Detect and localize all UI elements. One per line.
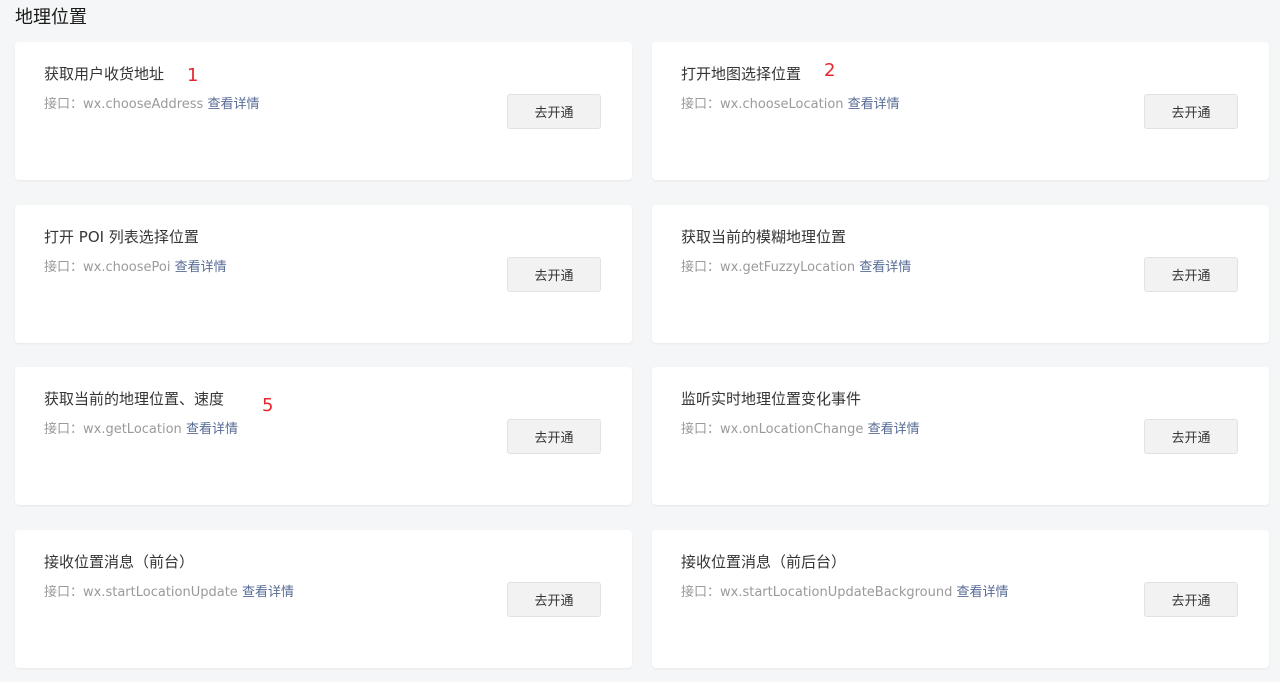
annotation-marker: 2 (824, 60, 836, 81)
card-api: 接口：wx.startLocationUpdate 查看详情 (44, 584, 294, 602)
card-title: 获取当前的地理位置、速度 (44, 390, 225, 408)
api-name: 接口：wx.chooseAddress (44, 97, 204, 112)
card-title: 打开地图选择位置 (681, 65, 802, 83)
card-title: 打开 POI 列表选择位置 (44, 228, 199, 246)
view-details-link[interactable]: 查看详情 (207, 97, 259, 112)
view-details-link[interactable]: 查看详情 (242, 585, 294, 600)
card-get-location: 获取当前的地理位置、速度 接口：wx.getLocation 查看详情 去开通 (15, 367, 632, 505)
annotation-marker: 5 (262, 395, 274, 416)
card-start-location-update-background: 接收位置消息（前后台） 接口：wx.startLocationUpdateBac… (652, 530, 1269, 668)
card-api: 接口：wx.chooseLocation 查看详情 (681, 96, 900, 114)
api-name: 接口：wx.getLocation (44, 422, 182, 437)
view-details-link[interactable]: 查看详情 (868, 422, 920, 437)
activate-button[interactable]: 去开通 (1144, 582, 1238, 617)
card-title: 获取用户收货地址 (44, 65, 165, 83)
api-name: 接口：wx.chooseLocation (681, 97, 844, 112)
activate-button[interactable]: 去开通 (1144, 94, 1238, 129)
view-details-link[interactable]: 查看详情 (848, 97, 900, 112)
view-details-link[interactable]: 查看详情 (957, 585, 1009, 600)
card-api: 接口：wx.chooseAddress 查看详情 (44, 96, 259, 114)
api-name: 接口：wx.choosePoi (44, 260, 171, 275)
activate-button[interactable]: 去开通 (507, 419, 601, 454)
activate-button[interactable]: 去开通 (507, 94, 601, 129)
card-choose-location: 打开地图选择位置 接口：wx.chooseLocation 查看详情 去开通 (652, 42, 1269, 180)
activate-button[interactable]: 去开通 (1144, 419, 1238, 454)
card-fuzzy-location: 获取当前的模糊地理位置 接口：wx.getFuzzyLocation 查看详情 … (652, 205, 1269, 343)
annotation-marker: 1 (187, 65, 199, 86)
api-name: 接口：wx.startLocationUpdate (44, 585, 238, 600)
card-on-location-change: 监听实时地理位置变化事件 接口：wx.onLocationChange 查看详情… (652, 367, 1269, 505)
api-name: 接口：wx.onLocationChange (681, 422, 864, 437)
card-api: 接口：wx.getFuzzyLocation 查看详情 (681, 259, 911, 277)
activate-button[interactable]: 去开通 (507, 257, 601, 292)
activate-button[interactable]: 去开通 (1144, 257, 1238, 292)
card-api: 接口：wx.getLocation 查看详情 (44, 421, 238, 439)
card-api: 接口：wx.startLocationUpdateBackground 查看详情 (681, 584, 1009, 602)
card-title: 监听实时地理位置变化事件 (681, 390, 862, 408)
view-details-link[interactable]: 查看详情 (859, 260, 911, 275)
activate-button[interactable]: 去开通 (507, 582, 601, 617)
card-api: 接口：wx.onLocationChange 查看详情 (681, 421, 920, 439)
view-details-link[interactable]: 查看详情 (175, 260, 227, 275)
card-choose-poi: 打开 POI 列表选择位置 接口：wx.choosePoi 查看详情 去开通 (15, 205, 632, 343)
section-title: 地理位置 (15, 7, 87, 28)
card-title: 接收位置消息（前台） (44, 553, 195, 571)
card-title: 获取当前的模糊地理位置 (681, 228, 847, 246)
card-start-location-update: 接收位置消息（前台） 接口：wx.startLocationUpdate 查看详… (15, 530, 632, 668)
api-name: 接口：wx.startLocationUpdateBackground (681, 585, 953, 600)
api-name: 接口：wx.getFuzzyLocation (681, 260, 856, 275)
card-title: 接收位置消息（前后台） (681, 553, 847, 571)
card-choose-address: 获取用户收货地址 接口：wx.chooseAddress 查看详情 去开通 (15, 42, 632, 180)
view-details-link[interactable]: 查看详情 (186, 422, 238, 437)
card-api: 接口：wx.choosePoi 查看详情 (44, 259, 227, 277)
